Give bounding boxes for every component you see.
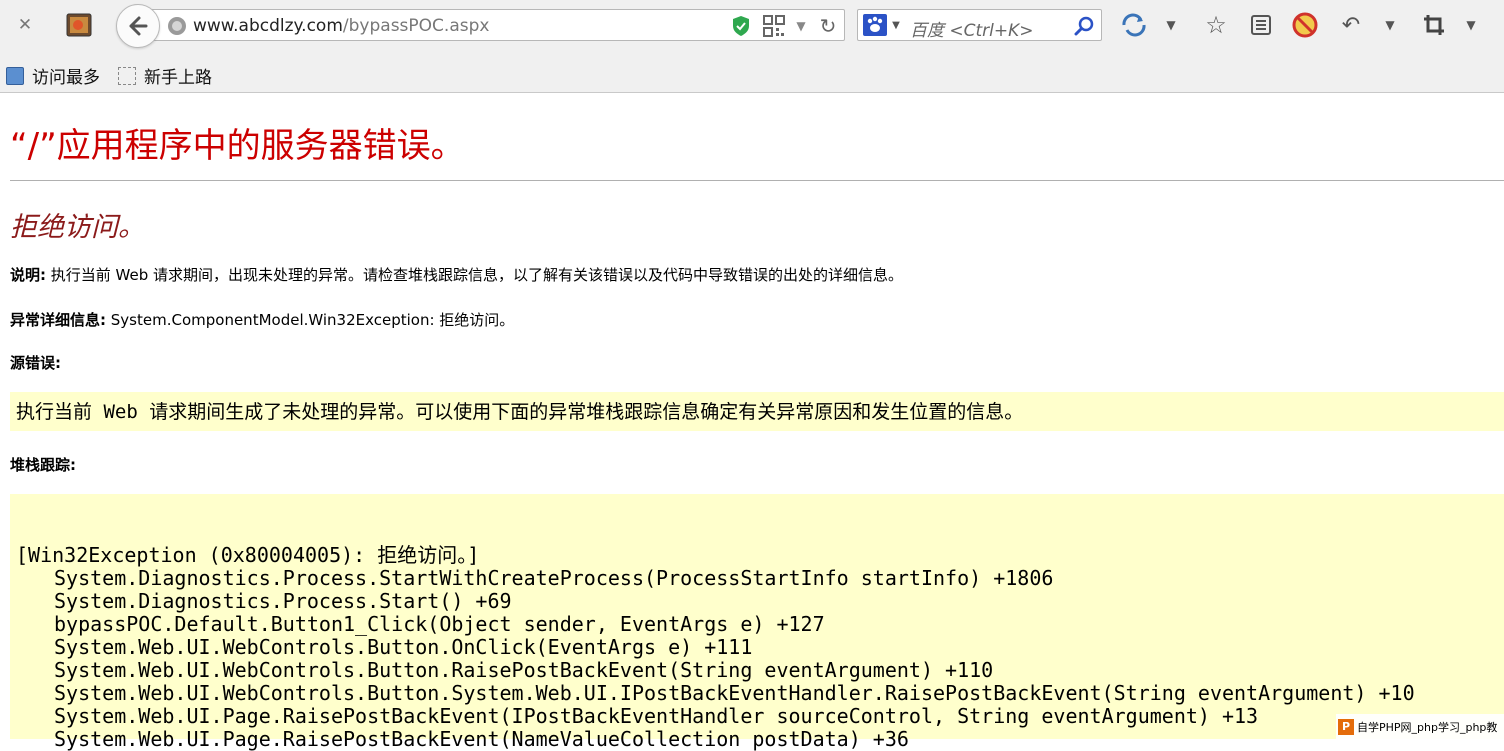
engine-dropdown-icon[interactable]: ▼ — [890, 18, 902, 32]
search-icon[interactable] — [1074, 15, 1096, 37]
source-error-heading: 源错误: — [10, 352, 61, 373]
description-text: 执行当前 Web 请求期间，出现未处理的异常。请检查堆栈跟踪信息，以了解有关该错… — [50, 266, 904, 284]
reload-icon[interactable]: ↻ — [817, 14, 839, 38]
blank-page-icon — [118, 66, 136, 85]
exception-label: 异常详细信息: — [10, 311, 106, 329]
site-identity-icon[interactable] — [167, 16, 187, 36]
stack-line: bypassPOC.Default.Button1_Click(Object s… — [54, 612, 825, 636]
url-path: /bypassPOC.aspx — [342, 16, 490, 36]
back-button[interactable] — [116, 4, 160, 48]
stack-line: System.Web.UI.WebControls.Button.RaisePo… — [54, 658, 994, 682]
exception-details-line: 异常详细信息: System.ComponentModel.Win32Excep… — [10, 309, 514, 330]
bookmark-star-icon[interactable]: ☆ — [1203, 11, 1229, 39]
title-divider — [10, 180, 1504, 181]
description-line: 说明: 执行当前 Web 请求期间，出现未处理的异常。请检查堆栈跟踪信息，以了解… — [10, 264, 903, 285]
source-error-label: 源错误: — [10, 354, 61, 372]
bookmark-most-visited[interactable]: 访问最多 — [6, 63, 100, 88]
search-placeholder[interactable]: 百度 <Ctrl+K> — [910, 16, 1034, 41]
stack-line: System.Web.UI.WebControls.Button.System.… — [54, 681, 1415, 705]
bookmark-label: 新手上路 — [144, 68, 212, 88]
stack-line: System.Web.UI.Page.RaisePostBackEvent(IP… — [54, 704, 1259, 728]
bookmark-site-icon — [6, 66, 24, 85]
stack-header: [Win32Exception (0x80004005): 拒绝访问。] — [16, 543, 480, 567]
stack-trace: [Win32Exception (0x80004005): 拒绝访问。] Syst… — [16, 544, 1415, 751]
browser-toolbar: ✕ www.abcdlzy.com/bypassPOC.aspx ▼ ↻ ▼ 百… — [0, 0, 1504, 57]
stack-trace-heading: 堆栈跟踪: — [10, 454, 76, 475]
stack-line: System.Diagnostics.Process.StartWithCrea… — [54, 566, 1054, 590]
url-host: www.abcdlzy.com — [193, 16, 343, 36]
source-error-message: 执行当前 Web 请求期间生成了未处理的异常。可以使用下面的异常堆栈跟踪信息确定… — [16, 401, 1024, 423]
undo-dropdown-icon[interactable]: ▼ — [1382, 16, 1398, 34]
reading-list-icon[interactable] — [1249, 13, 1273, 37]
sync-dropdown-icon[interactable]: ▼ — [1163, 16, 1179, 34]
bookmark-getting-started[interactable]: 新手上路 — [118, 63, 212, 88]
description-label: 说明: — [10, 266, 46, 284]
stack-line: System.Web.UI.Page.RaisePostBackEvent(Na… — [54, 727, 909, 751]
site-watermark: P 自学PHP网_php学习_php教 — [1336, 714, 1504, 739]
crop-screenshot-icon[interactable] — [1421, 13, 1447, 37]
search-bar[interactable]: ▼ 百度 <Ctrl+K> — [857, 9, 1102, 41]
qr-code-icon[interactable] — [763, 15, 785, 37]
adblock-icon[interactable] — [1292, 12, 1318, 38]
close-tab-icon[interactable]: ✕ — [14, 14, 36, 36]
watermark-text: 自学PHP网_php学习_php教 — [1357, 720, 1498, 734]
address-bar[interactable]: www.abcdlzy.com/bypassPOC.aspx ▼ ↻ — [140, 9, 845, 41]
back-arrow-icon — [129, 16, 148, 36]
bookmarks-bar: 访问最多 新手上路 — [0, 57, 1504, 93]
exception-text: System.ComponentModel.Win32Exception: 拒绝… — [110, 311, 515, 329]
baidu-paw-icon[interactable] — [863, 14, 887, 36]
stack-trace-label: 堆栈跟踪: — [10, 456, 76, 474]
sync-icon[interactable] — [1120, 13, 1148, 37]
error-subtitle: 拒绝访问。 — [10, 212, 145, 243]
page-thumbnail-icon[interactable] — [66, 13, 92, 37]
stack-line: System.Web.UI.WebControls.Button.OnClick… — [54, 635, 753, 659]
stack-line: System.Diagnostics.Process.Start() +69 — [54, 589, 512, 613]
url-text[interactable]: www.abcdlzy.com/bypassPOC.aspx — [193, 16, 489, 36]
undo-icon[interactable]: ↶ — [1338, 13, 1364, 38]
crop-dropdown-icon[interactable]: ▼ — [1463, 16, 1479, 34]
security-shield-icon[interactable] — [731, 15, 751, 37]
page-title: “/”应用程序中的服务器错误。 — [10, 126, 465, 166]
watermark-logo-icon: P — [1338, 718, 1354, 735]
dropdown-arrow-icon[interactable]: ▼ — [793, 18, 809, 34]
bookmark-label: 访问最多 — [32, 68, 100, 88]
